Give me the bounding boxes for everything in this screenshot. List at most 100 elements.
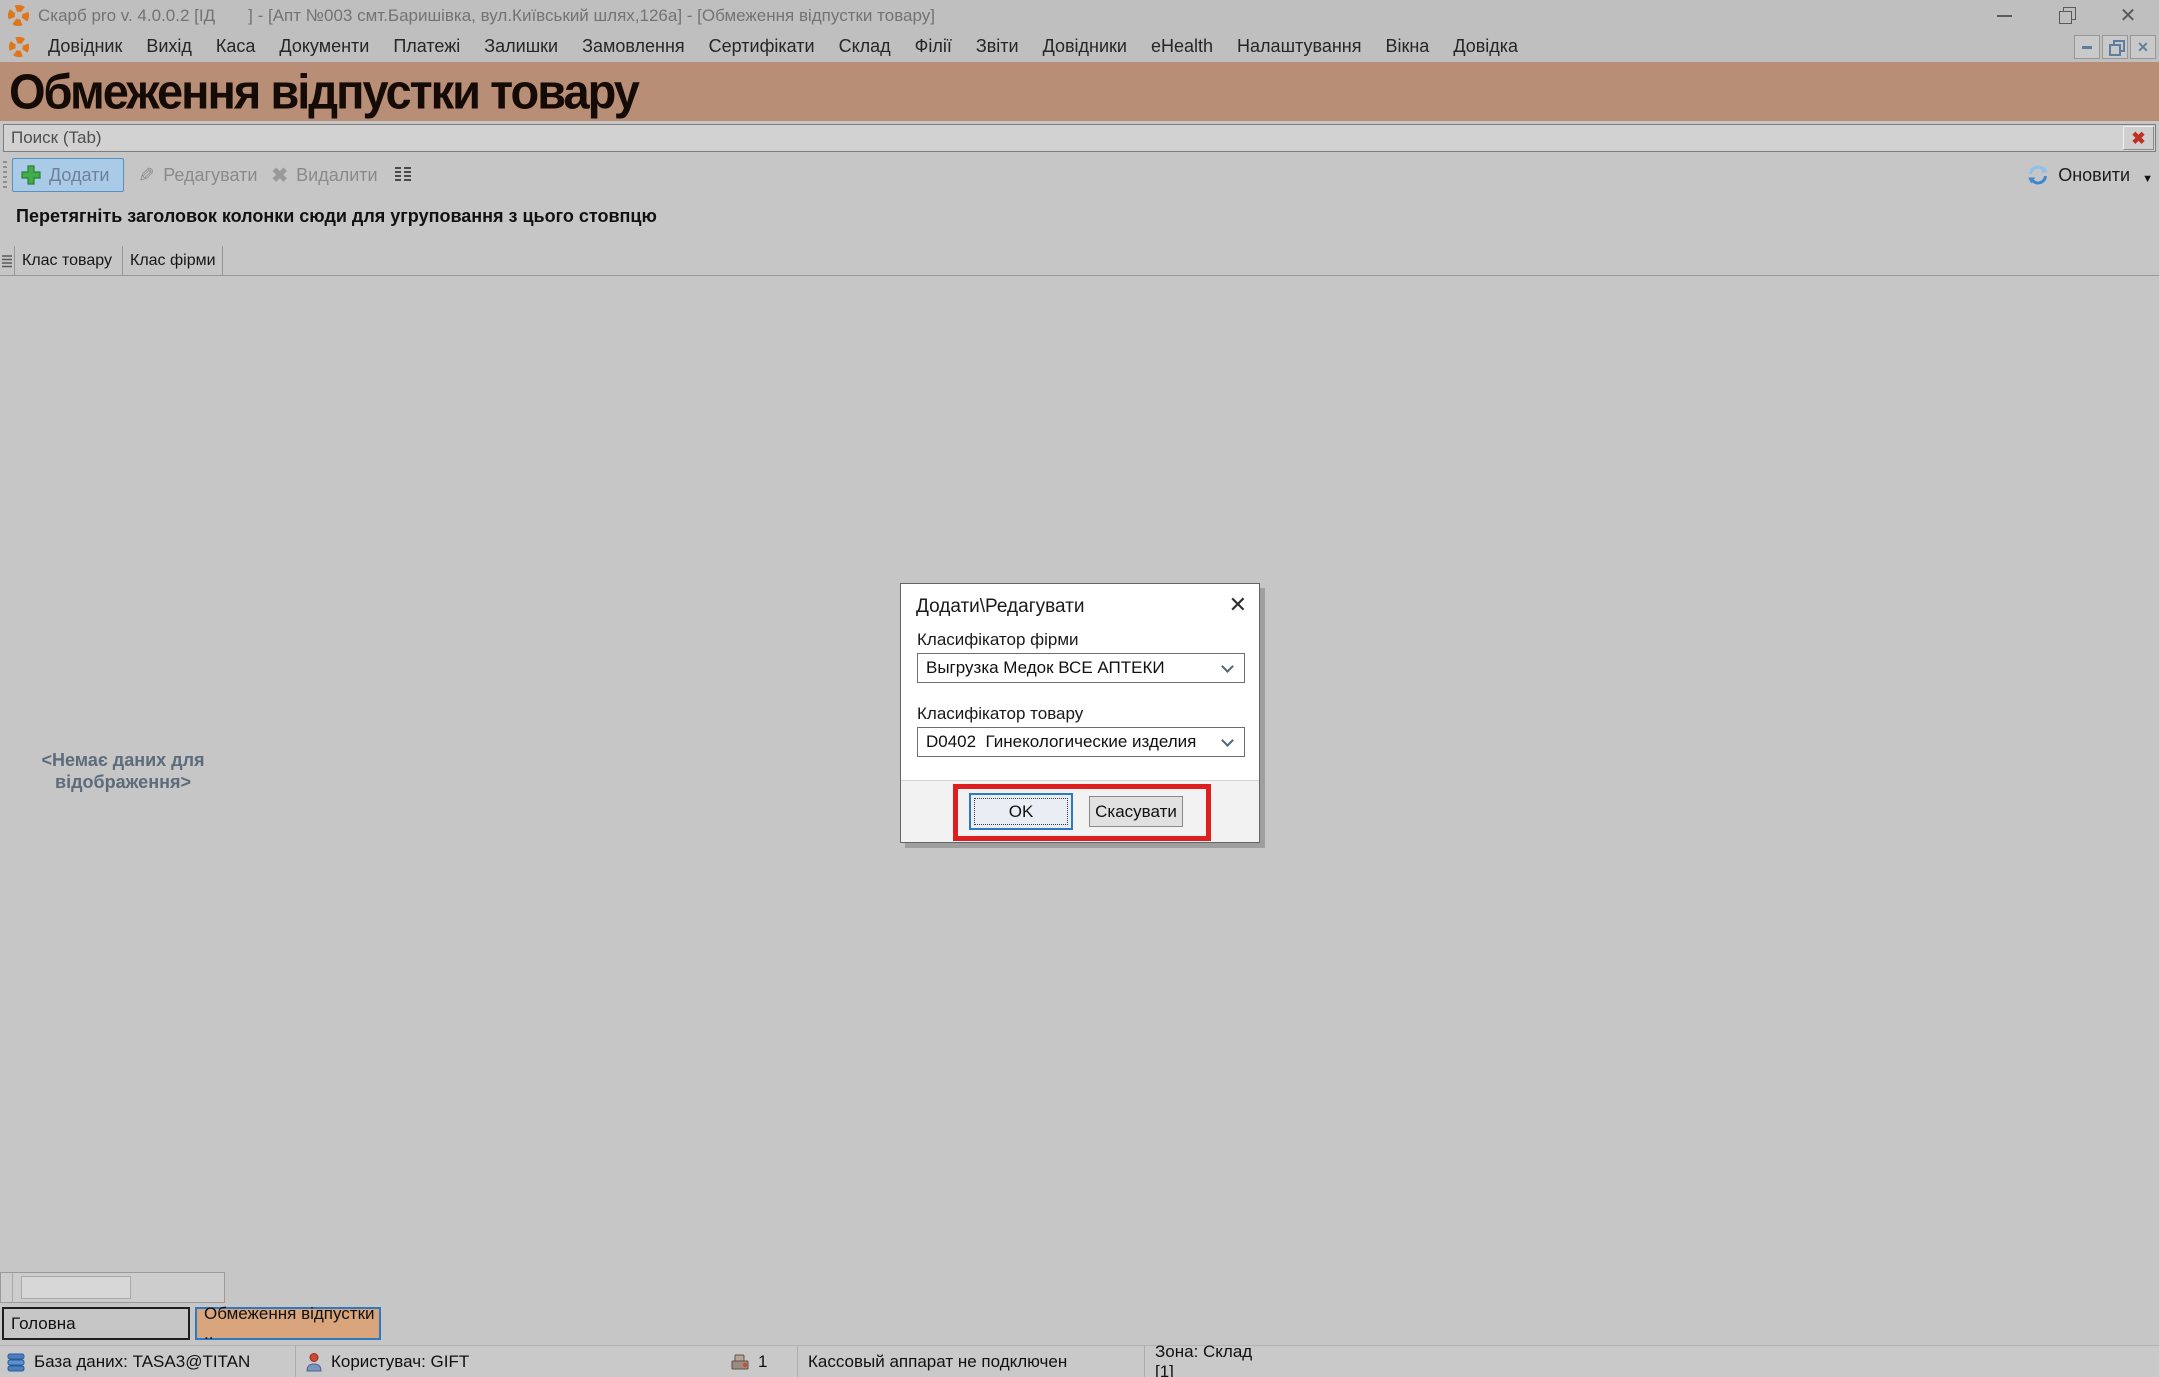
status-bar: База даних: TASA3@TITAN Користувач: GIFT…: [0, 1345, 2159, 1377]
restore-icon: [2060, 10, 2072, 22]
app-window: Скарб pro v. 4.0.0.2 [ІД ] - [Апт №003 с…: [0, 0, 2159, 1377]
cash-register-icon: [730, 1353, 750, 1371]
edit-button-label: Редагувати: [163, 165, 257, 186]
user-icon: [305, 1352, 323, 1372]
window-title: Скарб pro v. 4.0.0.2 [ІД ] - [Апт №003 с…: [38, 6, 935, 26]
toolbar: Додати ✎ Редагувати ✖ Видалити Оновити ▼: [0, 155, 2159, 195]
close-icon: ✕: [2120, 3, 2137, 28]
menu-sklad[interactable]: Склад: [827, 31, 903, 62]
menu-dovidka[interactable]: Довідка: [1441, 31, 1530, 62]
clear-search-button[interactable]: ✖: [2123, 126, 2154, 150]
add-plus-icon: [21, 165, 41, 185]
delete-button-label: Видалити: [296, 165, 377, 186]
ok-button[interactable]: OK: [969, 793, 1073, 830]
empty-data-line2: відображення>: [38, 772, 208, 794]
column-header-klas-firmy[interactable]: Клас фірми: [123, 246, 223, 275]
dock-scrollbar-left-cap: [1, 1273, 13, 1302]
user-label: Користувач: GIFT: [331, 1352, 469, 1372]
dialog-close-button[interactable]: ✕: [1229, 592, 1247, 618]
database-label: База даних: TASA3@TITAN: [34, 1352, 250, 1372]
menu-filii[interactable]: Філії: [903, 31, 964, 62]
window-controls: ✕: [1973, 0, 2159, 31]
search-bar: ✖: [3, 124, 2156, 152]
firm-classifier-select[interactable]: Выгрузка Медок ВСЕ АПТЕКИ: [917, 653, 1245, 683]
cancel-button[interactable]: Скасувати: [1089, 796, 1183, 827]
clear-search-icon: ✖: [2131, 130, 2145, 147]
tab-obmezhennya-vidpustky[interactable]: Обмеження відпустки ..: [195, 1307, 381, 1340]
menu-vykhid[interactable]: Вихід: [134, 31, 204, 62]
page-title: Обмеження відпустки товару: [0, 63, 638, 120]
menu-zamovlennya[interactable]: Замовлення: [570, 31, 697, 62]
firm-classifier-value: Выгрузка Медок ВСЕ АПТЕКИ: [918, 658, 1223, 678]
user-panel: Користувач: GIFT: [296, 1346, 590, 1377]
cash-register-count: 1: [758, 1352, 767, 1372]
title-bar: Скарб pro v. 4.0.0.2 [ІД ] - [Апт №003 с…: [0, 0, 2159, 31]
refresh-button[interactable]: Оновити ▼: [2026, 155, 2153, 195]
product-classifier-value: D0402 Гинекологические изделия: [918, 732, 1223, 752]
mdi-minimize-icon: [2082, 46, 2092, 49]
cash-register-status-panel: Кассовый аппарат не подключен: [798, 1346, 1144, 1377]
delete-x-icon: ✖: [271, 163, 288, 188]
mdi-window-controls: ✕: [2074, 35, 2156, 59]
dock-scrollbar[interactable]: [0, 1272, 225, 1303]
product-classifier-select[interactable]: D0402 Гинекологические изделия: [917, 727, 1245, 757]
menu-bar: Довідник Вихід Каса Документи Платежі За…: [0, 31, 2159, 62]
menu-vikna[interactable]: Вікна: [1373, 31, 1441, 62]
firm-chevron-down-icon: [1221, 660, 1234, 673]
add-button-label: Додати: [49, 165, 109, 186]
menu-sertyfikaty[interactable]: Сертифікати: [697, 31, 827, 62]
minimize-button[interactable]: [1973, 0, 2035, 31]
dialog-title: Додати\Редагувати: [916, 596, 1084, 618]
row-indicator-cell: [0, 246, 15, 275]
group-by-hint: Перетягніть заголовок колонки сюди для у…: [16, 206, 657, 227]
zone-panel: Зона: Склад [1]: [1145, 1346, 1255, 1377]
mdi-restore-button[interactable]: [2102, 35, 2128, 59]
empty-data-line1: <Немає даних для: [38, 750, 208, 772]
app-logo-icon: [7, 4, 30, 27]
dialog-footer: [901, 780, 1259, 842]
tab-holovna[interactable]: Головна: [2, 1307, 190, 1340]
cash-register-status: Кассовый аппарат не подключен: [808, 1352, 1067, 1372]
page-header-band: Обмеження відпустки товару: [0, 62, 2159, 121]
mdi-restore-icon: [2110, 42, 2121, 53]
mdi-minimize-button[interactable]: [2074, 35, 2100, 59]
menu-platezhi[interactable]: Платежі: [381, 31, 472, 62]
product-chevron-down-icon: [1221, 734, 1234, 747]
dock-scrollbar-thumb[interactable]: [21, 1276, 131, 1299]
menu-kasa[interactable]: Каса: [204, 31, 268, 62]
search-input[interactable]: [4, 125, 2123, 151]
refresh-dropdown-icon[interactable]: ▼: [2142, 173, 2153, 185]
refresh-icon: [2026, 163, 2050, 187]
empty-data-message: <Немає даних для відображення>: [38, 750, 208, 793]
column-header-klas-tovaru[interactable]: Клас товару: [15, 246, 123, 275]
menu-zvity[interactable]: Звіти: [964, 31, 1031, 62]
minimize-icon: [1997, 15, 2012, 17]
menu-dovidnyky[interactable]: Довідники: [1031, 31, 1139, 62]
product-classifier-label: Класифікатор товару: [917, 704, 1083, 724]
grid-header-row: Клас товару Клас фірми: [0, 246, 2159, 276]
menu-logo-icon: [8, 36, 30, 58]
menu-zalyshky[interactable]: Залишки: [472, 31, 570, 62]
menu-ehealth[interactable]: eHealth: [1139, 31, 1225, 62]
add-button[interactable]: Додати: [12, 158, 124, 192]
firm-classifier-label: Класифікатор фірми: [917, 630, 1079, 650]
database-panel: База даних: TASA3@TITAN: [0, 1346, 295, 1377]
menu-nalashtuvannya[interactable]: Налаштування: [1225, 31, 1373, 62]
mdi-close-button[interactable]: ✕: [2130, 35, 2156, 59]
mdi-close-icon: ✕: [2137, 39, 2149, 56]
column-chooser-icon[interactable]: [392, 164, 414, 186]
add-edit-dialog: Додати\Редагувати ✕ Класифікатор фірми В…: [900, 583, 1260, 843]
menu-dovidnyk[interactable]: Довідник: [36, 31, 134, 62]
database-icon: [6, 1352, 26, 1372]
restore-button[interactable]: [2035, 0, 2097, 31]
menu-dokumenty[interactable]: Документи: [267, 31, 381, 62]
edit-pencil-icon: ✎: [138, 163, 155, 188]
cash-register-count-panel: 1: [590, 1346, 797, 1377]
zone-label: Зона: Склад [1]: [1155, 1342, 1255, 1377]
refresh-button-label: Оновити: [2058, 165, 2130, 186]
document-tabs: Головна Обмеження відпустки ..: [0, 1307, 2159, 1344]
toolbar-grip[interactable]: [3, 161, 7, 189]
edit-button[interactable]: ✎ Редагувати: [138, 163, 257, 188]
close-button[interactable]: ✕: [2097, 0, 2159, 31]
delete-button[interactable]: ✖ Видалити: [271, 163, 377, 188]
